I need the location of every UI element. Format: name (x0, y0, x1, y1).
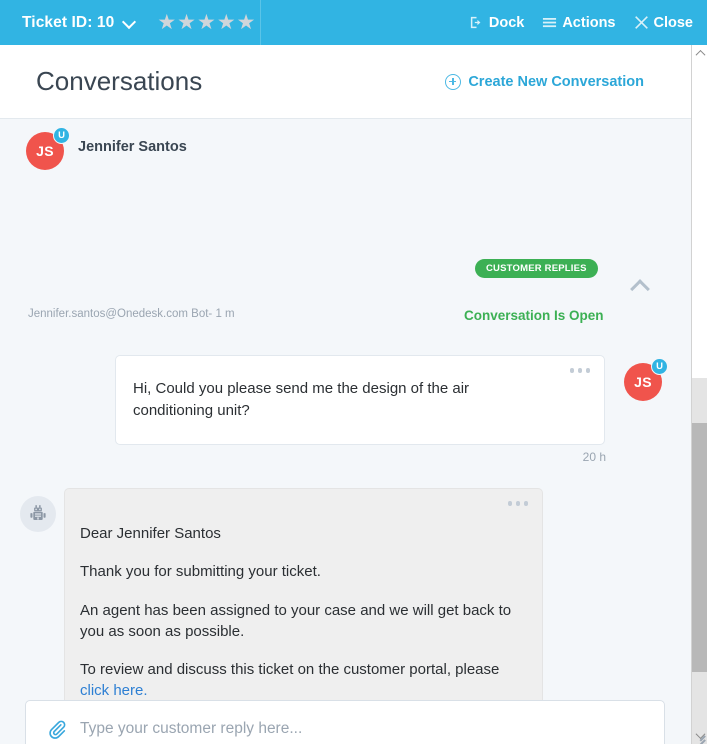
dock-icon (469, 15, 484, 30)
actions-label: Actions (562, 15, 615, 31)
ticket-rating-stars[interactable]: ★ ★ ★ ★ ★ (157, 12, 255, 33)
portal-text-prefix: To review and discuss this ticket on the… (80, 661, 499, 678)
message-timestamp: 20 h (540, 450, 606, 464)
conversation-status-text: Conversation Is Open (464, 308, 604, 323)
message-paragraph-portal: To review and discuss this ticket on the… (80, 659, 520, 702)
user-type-badge: U (651, 358, 668, 375)
paperclip-icon[interactable] (47, 720, 66, 739)
chevron-down-icon[interactable] (123, 16, 136, 29)
scrollbar-thumb[interactable] (692, 423, 707, 672)
avatar[interactable]: JS U (26, 132, 66, 172)
message-paragraph-greeting: Dear Jennifer Santos (80, 523, 520, 544)
star-icon-2[interactable]: ★ (177, 12, 196, 33)
robot-icon (20, 496, 56, 532)
topbar-actions-group: Dock Actions Close (469, 15, 707, 31)
message-bubble-bot: Dear Jennifer Santos Thank you for submi… (64, 488, 543, 729)
reply-input[interactable] (80, 720, 620, 738)
reply-input-container[interactable] (25, 700, 665, 744)
star-icon-1[interactable]: ★ (157, 12, 176, 33)
conversation-email-line: Jennifer.santos@Onedesk.com Bot- 1 m (28, 308, 235, 320)
dock-button[interactable]: Dock (469, 15, 524, 31)
plus-circle-icon (445, 74, 461, 90)
create-new-conversation-label: Create New Conversation (468, 74, 644, 90)
create-new-conversation-button[interactable]: Create New Conversation (445, 74, 644, 90)
page-title: Conversations (36, 66, 202, 97)
close-label: Close (654, 15, 694, 31)
close-button[interactable]: Close (634, 15, 694, 31)
star-icon-3[interactable]: ★ (197, 12, 216, 33)
vertical-scrollbar[interactable] (691, 45, 707, 744)
hamburger-icon (542, 15, 557, 30)
dock-label: Dock (489, 15, 524, 31)
chevron-up-icon[interactable] (629, 275, 651, 297)
scrollbar-track-upper[interactable] (692, 45, 707, 378)
conversation-thread: JS U Jennifer Santos Jennifer.santos@One… (0, 120, 691, 744)
conversations-header: Conversations Create New Conversation (0, 45, 691, 119)
scroll-up-arrow-icon[interactable] (692, 45, 707, 62)
window-resize-grip[interactable] (692, 729, 706, 743)
topbar-left-group: Ticket ID: 10 ★ ★ ★ ★ ★ (0, 0, 261, 45)
ellipsis-icon[interactable] (570, 368, 591, 373)
actions-button[interactable]: Actions (542, 15, 615, 31)
ticket-conversation-window: Ticket ID: 10 ★ ★ ★ ★ ★ Dock Acti (0, 0, 707, 744)
ellipsis-icon[interactable] (508, 501, 529, 506)
message-text: Hi, Could you please send me the design … (133, 378, 544, 422)
status-badge[interactable]: CUSTOMER REPLIES (475, 259, 598, 278)
click-here-link[interactable]: click here. (80, 682, 148, 699)
message-bubble-customer: Hi, Could you please send me the design … (115, 355, 605, 445)
message-paragraph-assignment: An agent has been assigned to your case … (80, 600, 520, 643)
ticket-topbar: Ticket ID: 10 ★ ★ ★ ★ ★ Dock Acti (0, 0, 707, 45)
ticket-id-label: Ticket ID: 10 (22, 14, 114, 32)
message-paragraph-thanks: Thank you for submitting your ticket. (80, 561, 520, 582)
star-icon-5[interactable]: ★ (237, 12, 256, 33)
user-type-badge: U (53, 127, 70, 144)
close-x-icon (634, 15, 649, 30)
star-icon-4[interactable]: ★ (217, 12, 236, 33)
conversation-meta: JS U Jennifer Santos (0, 120, 691, 210)
conversation-participant-name: Jennifer Santos (78, 139, 187, 155)
avatar[interactable]: JS U (624, 363, 664, 403)
